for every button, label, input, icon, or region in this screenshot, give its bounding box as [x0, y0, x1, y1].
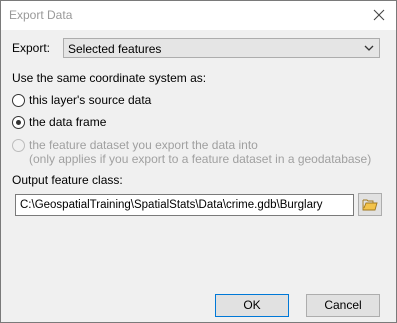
output-feature-class-field[interactable]: C:\GeospatialTraining\SpatialStats\Data\…: [15, 194, 354, 216]
ok-button[interactable]: OK: [215, 294, 289, 317]
close-icon: [373, 9, 385, 21]
radio-button: [12, 139, 25, 152]
coordinate-heading: Use the same coordinate system as:: [12, 71, 207, 85]
radio-label: the data frame: [29, 115, 107, 129]
output-label: Output feature class:: [12, 173, 123, 187]
radio-selected-dot: [16, 120, 21, 125]
radio-sublabel: (only applies if you export to a feature…: [29, 152, 372, 166]
radio-label: this layer's source data: [29, 93, 152, 107]
export-data-dialog: Export Data Export: Selected features Us…: [0, 0, 397, 323]
window-title: Export Data: [9, 8, 73, 22]
export-selected-value: Selected features: [68, 42, 162, 56]
browse-button[interactable]: [358, 193, 382, 216]
cancel-button[interactable]: Cancel: [306, 294, 380, 317]
chevron-down-icon: [364, 45, 374, 51]
radio-label: the feature dataset you export the data …: [29, 138, 258, 152]
open-folder-icon: [362, 199, 378, 211]
close-button[interactable]: [362, 1, 396, 30]
radio-button[interactable]: [12, 94, 25, 107]
title-bar: Export Data: [1, 1, 396, 30]
export-label: Export:: [12, 41, 51, 55]
output-path-value: C:\GeospatialTraining\SpatialStats\Data\…: [20, 199, 323, 211]
export-select[interactable]: Selected features: [63, 38, 380, 58]
radio-button[interactable]: [12, 116, 25, 129]
